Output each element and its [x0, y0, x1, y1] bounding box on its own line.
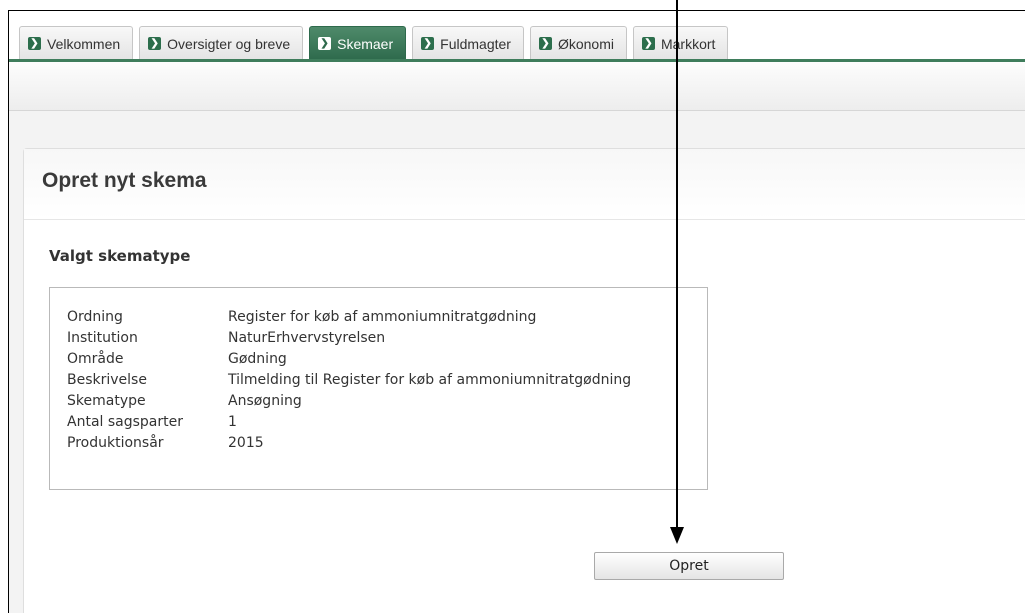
arrow-head-icon: [670, 527, 684, 544]
annotation-arrow: [670, 0, 684, 544]
